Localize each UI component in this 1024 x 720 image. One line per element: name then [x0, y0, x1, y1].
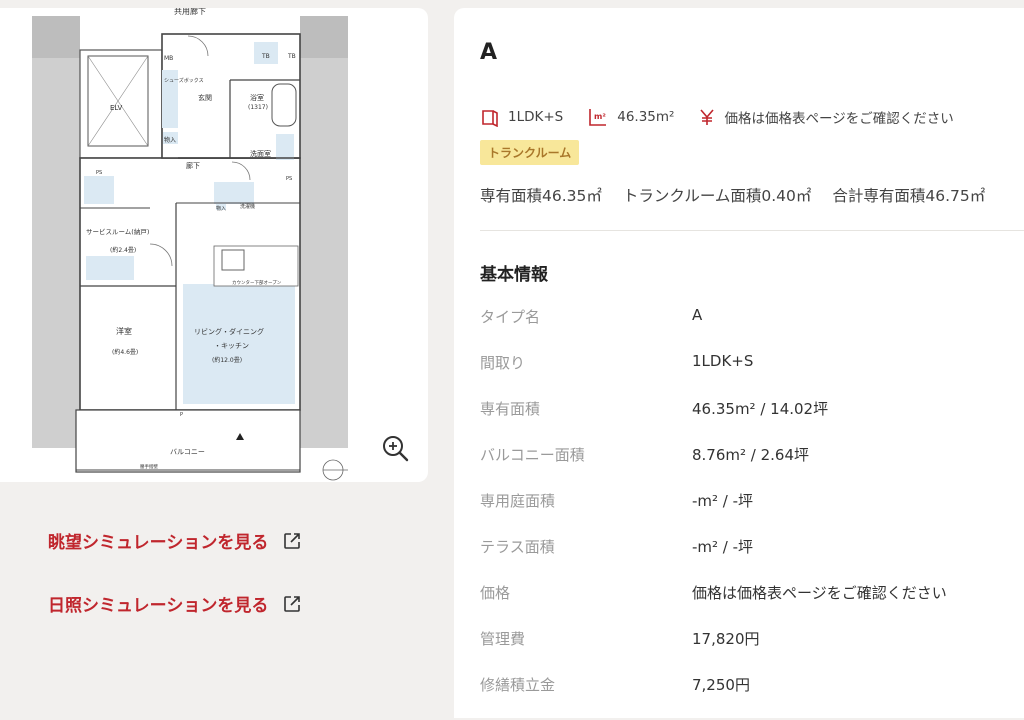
row-label: 修繕積立金	[480, 676, 556, 694]
spec-price-value: 価格は価格表ページをご確認ください	[724, 111, 954, 127]
table-row: 専用庭面積 -m² / -坪	[480, 490, 1000, 536]
label-ldk2: ・キッチン	[214, 342, 249, 350]
spec-row: 1LDK+S m² 46.35m² 価格は価格表ページをご確認ください	[480, 107, 978, 127]
table-row: バルコニー面積 8.76m² / 2.64坪	[480, 444, 1000, 490]
label-mb: MB	[164, 55, 173, 62]
view-simulation-link[interactable]: 眺望シミュレーションを見る	[48, 528, 302, 553]
table-row: 管理費 17,820円	[480, 628, 1000, 674]
door-icon	[482, 110, 498, 127]
yen-icon	[700, 109, 715, 125]
row-label: 価格	[480, 584, 511, 602]
table-row: テラス面積 -m² / -坪	[480, 536, 1000, 582]
label-corridor: 共用廊下	[174, 8, 206, 16]
label-elv: ELV	[110, 104, 123, 112]
label-hallway: 廊下	[186, 161, 200, 170]
sun-simulation-link[interactable]: 日照シミュレーションを見る	[48, 591, 302, 616]
zoom-in-icon[interactable]	[380, 433, 412, 465]
floorplan-image[interactable]: 共用廊下 MB TB TB ELV シューズボックス 玄関 浴室 (1317) …	[0, 8, 428, 482]
table-row: タイプ名 A	[480, 306, 1000, 352]
unit-info-card: A 1LDK+S m² 46.35m² 価格は価格表ページをご確認ください トラ…	[454, 8, 1024, 718]
table-row: 価格 価格は価格表ページをご確認ください	[480, 582, 1000, 628]
spec-price: 価格は価格表ページをご確認ください	[698, 107, 954, 127]
unit-type-title: A	[480, 40, 498, 65]
row-value: 価格は価格表ページをご確認ください	[692, 584, 947, 602]
label-entrance: 玄関	[198, 93, 212, 102]
divider	[480, 230, 1024, 231]
row-value: 17,820円	[692, 630, 760, 648]
label-western-size: (約4.6畳)	[112, 348, 138, 356]
external-link-icon	[284, 595, 301, 612]
label-balcony: バルコニー	[170, 448, 205, 456]
label-service-room: サービスルーム(納戸)	[86, 227, 149, 236]
label-bath-size: (1317)	[248, 104, 268, 111]
row-value: -m² / -坪	[692, 492, 754, 510]
svg-text:m²: m²	[594, 112, 606, 121]
table-row: 専有面積 46.35m² / 14.02坪	[480, 398, 1000, 444]
row-label: 専有面積	[480, 400, 541, 418]
row-label: タイプ名	[480, 308, 541, 326]
sun-simulation-label: 日照シミュレーションを見る	[48, 596, 269, 616]
spec-area-value: 46.35m²	[617, 109, 675, 125]
row-label: テラス面積	[480, 538, 555, 556]
floorplan-card: 共用廊下 MB TB TB ELV シューズボックス 玄関 浴室 (1317) …	[0, 8, 428, 482]
label-storage1: 物入	[164, 136, 176, 144]
label-shoes: シューズボックス	[164, 77, 204, 84]
spec-layout: 1LDK+S	[480, 107, 563, 127]
row-label: 管理費	[480, 630, 526, 648]
area-total: 合計専有面積46.75㎡	[832, 187, 986, 205]
label-tb2: TB	[287, 53, 296, 60]
spec-area: m² 46.35m²	[587, 107, 674, 127]
external-link-icon	[284, 532, 301, 549]
area-summary: 専有面積46.35㎡ トランクルーム面積0.40㎡ 合計専有面積46.75㎡	[480, 184, 1001, 206]
table-row: 修繕積立金 7,250円	[480, 674, 1000, 720]
basic-info-table: タイプ名 A 間取り 1LDK+S 専有面積 46.35m² / 14.02坪 …	[480, 306, 1000, 720]
row-value: 46.35m² / 14.02坪	[692, 400, 829, 418]
label-p: P	[180, 412, 183, 418]
row-value: A	[692, 306, 703, 324]
label-western-room: 洋室	[116, 326, 132, 336]
label-service-size: (約2.4畳)	[110, 246, 136, 254]
label-washroom: 洗面室	[250, 149, 271, 158]
label-washer: 洗濯機	[240, 203, 255, 210]
label-ldk: リビング・ダイニング	[194, 327, 264, 336]
row-value: 7,250円	[692, 676, 750, 694]
label-counter: カウンター下部オープン	[232, 279, 282, 286]
label-ldk-size: (約12.0畳)	[212, 356, 242, 364]
table-row: 間取り 1LDK+S	[480, 352, 1000, 398]
label-tb1: TB	[261, 53, 270, 60]
label-bath: 浴室	[250, 93, 264, 102]
area-private: 専有面積46.35㎡	[480, 187, 602, 205]
area-icon: m²	[589, 109, 607, 126]
row-label: バルコニー面積	[480, 446, 585, 464]
row-label: 間取り	[480, 354, 526, 372]
view-simulation-label: 眺望シミュレーションを見る	[48, 533, 269, 553]
label-storage2: 物入	[216, 205, 226, 212]
area-trunk: トランクルーム面積0.40㎡	[622, 187, 812, 205]
row-value: -m² / -坪	[692, 538, 754, 556]
basic-info-title: 基本情報	[480, 265, 548, 285]
trunk-room-badge: トランクルーム	[480, 140, 580, 165]
label-rail: 腰手摺壁	[140, 463, 158, 470]
row-value: 8.76m² / 2.64坪	[692, 446, 810, 464]
spec-layout-value: 1LDK+S	[508, 109, 564, 125]
row-label: 専用庭面積	[480, 492, 556, 510]
label-ps1: PS	[96, 170, 102, 176]
label-ps2: PS	[286, 176, 292, 182]
row-value: 1LDK+S	[692, 352, 754, 370]
